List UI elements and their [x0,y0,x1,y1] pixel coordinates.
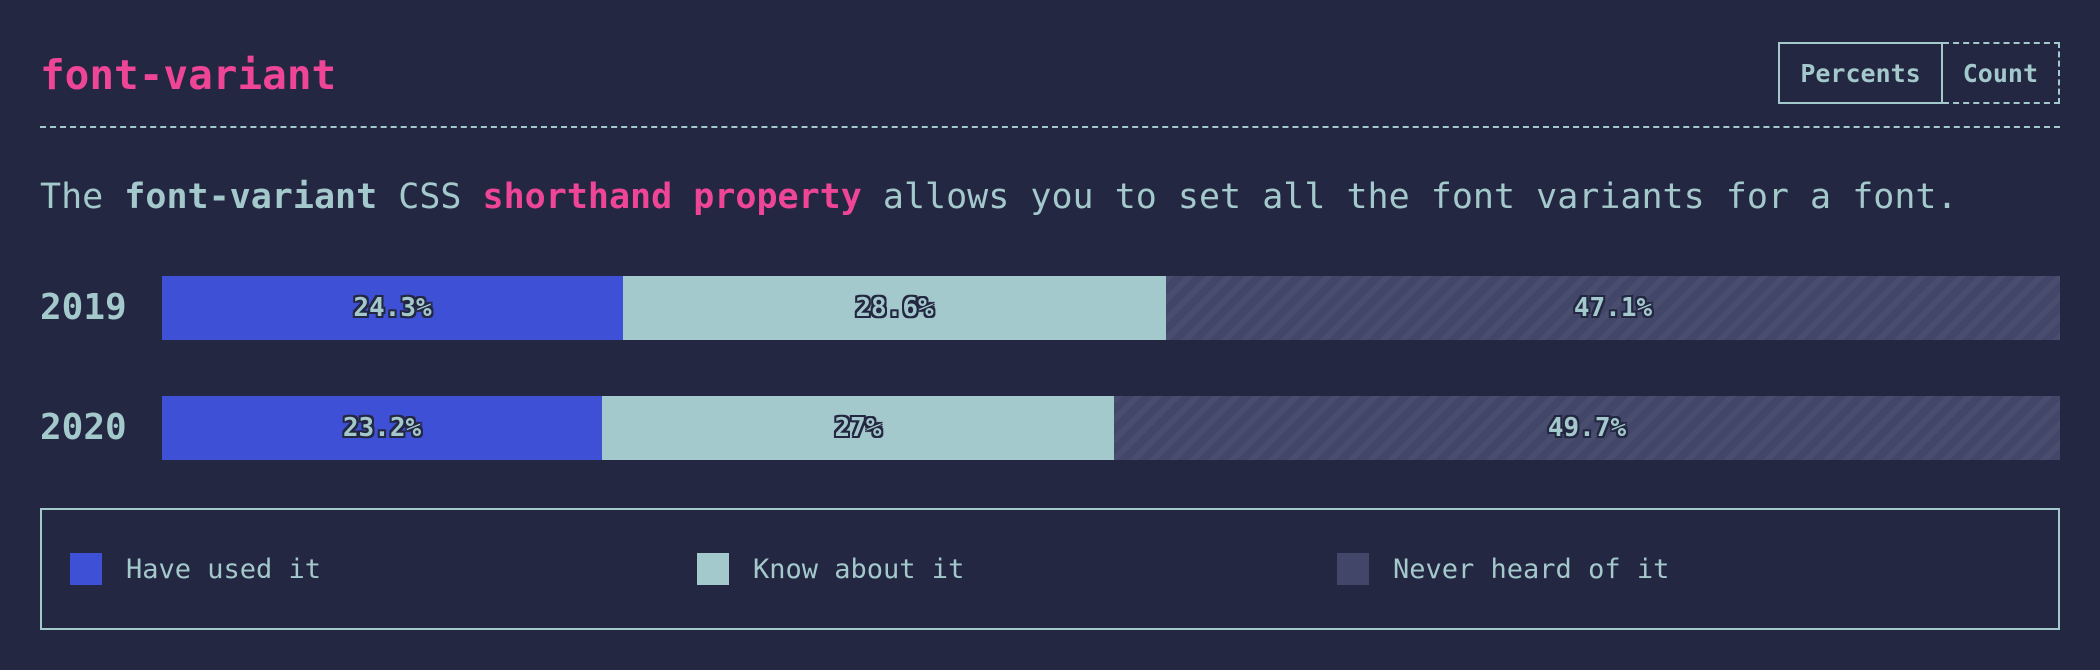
feature-description: The font-variant CSS shorthand property … [40,172,1958,222]
legend-label-know: Know about it [753,553,965,585]
legend-label-used: Have used it [126,553,322,585]
bar-segment-used[interactable]: 24.3% [162,276,623,340]
bar-label-used: 24.3% [353,293,432,323]
legend-swatch-used [70,553,102,585]
description-link[interactable]: shorthand property [483,177,862,217]
bar-row-year: 2019 [40,287,127,328]
count-button[interactable]: Count [1942,42,2060,104]
description-text-1: The [40,177,125,217]
bar-label-used: 23.2% [342,413,422,443]
bar-segment-never[interactable]: 47.1% [1166,276,2060,340]
bar-label-know: 28.6% [855,293,934,323]
bar-segment-know[interactable]: 27% [602,396,1114,460]
chart-legend: Have used it Know about it Never heard o… [40,508,2060,630]
description-text-2: CSS [377,177,483,217]
page-title: font-variant [40,51,337,99]
description-code: font-variant [124,177,378,217]
bar-segment-know[interactable]: 28.6% [623,276,1166,340]
bar-track: 24.3% 28.6% 47.1% [162,276,2060,340]
legend-item-used[interactable]: Have used it [70,510,321,628]
legend-item-know[interactable]: Know about it [697,510,964,628]
bar-row-year: 2020 [40,407,127,448]
bar-label-never: 49.7% [1547,413,1627,443]
legend-label-never: Never heard of it [1393,553,1670,585]
units-toggle: Percents Count [1778,42,2060,104]
bar-segment-used[interactable]: 23.2% [162,396,602,460]
bar-segment-never[interactable]: 49.7% [1114,396,2060,460]
bar-label-know: 27% [834,413,882,443]
chart-header: font-variant Percents Count [40,40,2060,128]
legend-swatch-know [697,553,729,585]
bar-track: 23.2% 27% 49.7% [162,396,2060,460]
legend-item-never[interactable]: Never heard of it [1337,510,1669,628]
bar-row-2: 2020 23.2% 27% 49.7% [40,396,2060,460]
bar-row-1: 2019 24.3% 28.6% 47.1% [40,276,2060,340]
bar-label-never: 47.1% [1573,293,1653,323]
legend-swatch-never [1337,553,1369,585]
description-text-3: allows you to set all the font variants … [861,177,1958,217]
percents-button[interactable]: Percents [1778,42,1943,104]
